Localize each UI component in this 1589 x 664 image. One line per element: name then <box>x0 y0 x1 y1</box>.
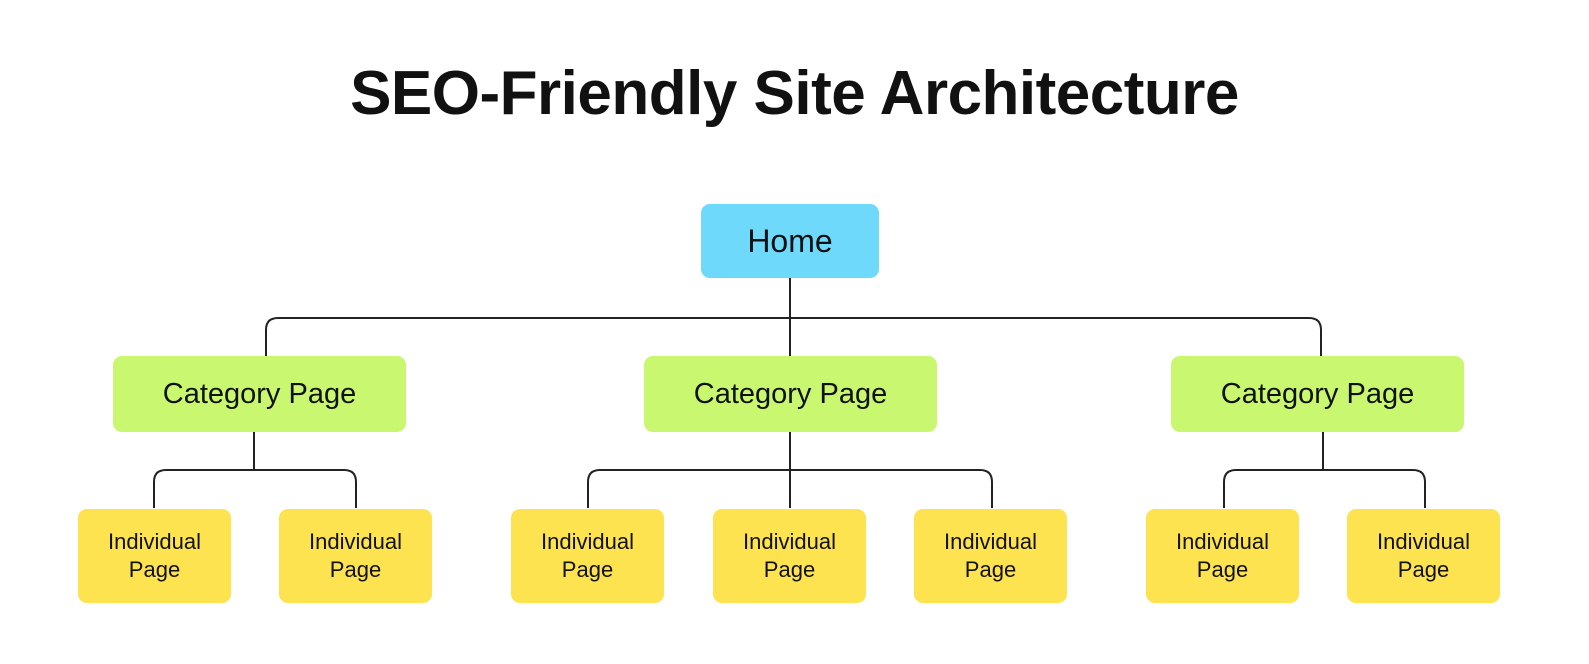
individual-page-label: Individual Page <box>1377 529 1470 582</box>
connector-category-3 <box>1223 432 1426 508</box>
individual-page-label: Individual Page <box>309 529 402 582</box>
connector-home-to-categories <box>265 278 1322 356</box>
individual-page-node: Individual Page <box>511 509 664 603</box>
individual-page-label: Individual Page <box>541 529 634 582</box>
home-node: Home <box>701 204 879 278</box>
connector-category-1 <box>153 432 357 508</box>
category-node-3: Category Page <box>1171 356 1464 432</box>
individual-page-label: Individual Page <box>108 529 201 582</box>
individual-page-label: Individual Page <box>944 529 1037 582</box>
individual-page-label: Individual Page <box>743 529 836 582</box>
home-label: Home <box>747 222 833 259</box>
category-node-1: Category Page <box>113 356 406 432</box>
category-label: Category Page <box>693 377 888 410</box>
category-node-2: Category Page <box>644 356 937 432</box>
individual-page-node: Individual Page <box>713 509 866 603</box>
individual-page-node: Individual Page <box>279 509 432 603</box>
individual-page-node: Individual Page <box>1347 509 1500 603</box>
category-label: Category Page <box>162 377 357 410</box>
connector-category-2 <box>587 432 993 508</box>
category-label: Category Page <box>1220 377 1415 410</box>
individual-page-node: Individual Page <box>78 509 231 603</box>
individual-page-node: Individual Page <box>1146 509 1299 603</box>
individual-page-label: Individual Page <box>1176 529 1269 582</box>
individual-page-node: Individual Page <box>914 509 1067 603</box>
